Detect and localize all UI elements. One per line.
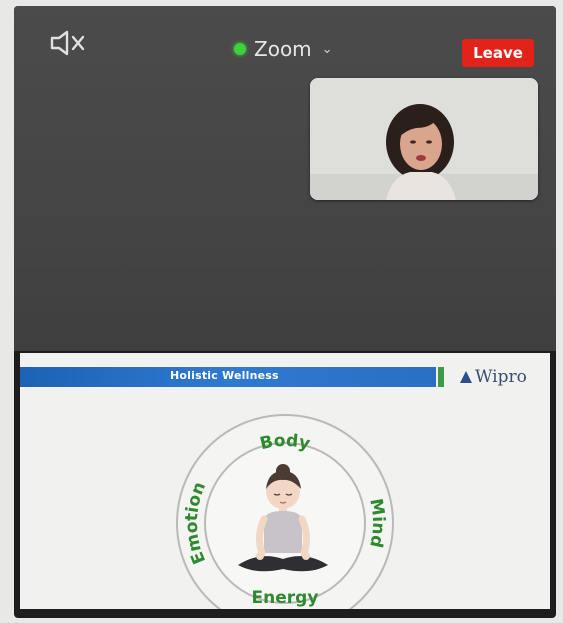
leave-button[interactable]: Leave: [462, 39, 534, 67]
connection-status-indicator: [234, 43, 246, 55]
wheel-label-energy: Energy: [252, 588, 319, 608]
video-area: Zoom ⌄ Leave: [14, 6, 556, 351]
zoom-app-menu[interactable]: Zoom ⌄: [234, 36, 333, 62]
meeting-top-bar: Zoom ⌄ Leave: [14, 6, 556, 86]
chevron-down-icon: ⌄: [321, 41, 333, 57]
zoom-window: Zoom ⌄ Leave Holistic Wellness Wipro Bod…: [14, 6, 556, 618]
app-menu-label: Zoom: [254, 37, 312, 61]
self-view-video[interactable]: [310, 78, 538, 200]
wheel-label-mind: Mind: [365, 497, 388, 549]
speaker-muted-icon[interactable]: [48, 28, 88, 58]
shared-slide: Holistic Wellness Wipro Body Mind Emotio…: [20, 353, 550, 609]
participant-video-thumbnail: [310, 78, 538, 200]
wellness-wheel: Body Mind Emotion Energy: [176, 414, 394, 609]
